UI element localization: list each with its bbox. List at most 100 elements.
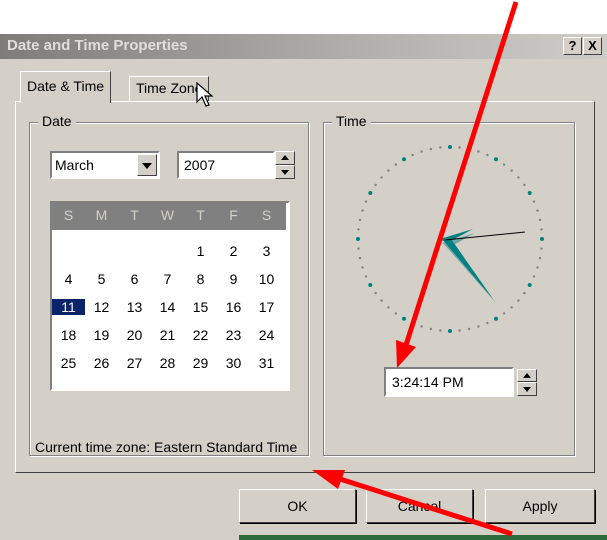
clock-minute-mark — [364, 275, 368, 278]
month-dropdown[interactable]: March — [50, 151, 160, 179]
clock-minute-mark — [532, 275, 536, 278]
clock-minute-mark — [486, 321, 489, 325]
date-group: Date March 2007 S M T W T F S 1 2 3 4 5 … — [29, 113, 309, 456]
time-group-label: Time — [332, 113, 371, 129]
calendar-day[interactable]: 25 — [52, 355, 85, 371]
clock-minute-mark — [358, 256, 362, 260]
calendar-day[interactable]: 15 — [184, 299, 217, 315]
clock-minute-mark — [411, 321, 414, 325]
clock-minute-mark — [532, 200, 536, 203]
clock-minute-mark — [536, 209, 539, 212]
weekday-label: T — [130, 207, 139, 223]
time-down-button[interactable] — [517, 382, 537, 396]
clock-minute-mark — [374, 291, 377, 295]
month-dropdown-button[interactable] — [137, 154, 157, 176]
calendar-day[interactable]: 31 — [250, 355, 283, 371]
weekday-label: T — [196, 207, 205, 223]
year-input[interactable]: 2007 — [177, 151, 275, 179]
calendar-day[interactable]: 27 — [118, 355, 151, 371]
clock-minute-mark — [394, 163, 398, 166]
calendar-day[interactable]: 14 — [151, 299, 184, 315]
calendar-day[interactable]: 24 — [250, 327, 283, 343]
clock-hour-mark — [494, 157, 498, 162]
year-up-button[interactable] — [275, 151, 295, 165]
time-value: 3:24:14 PM — [392, 374, 464, 390]
analog-clock — [356, 145, 544, 333]
calendar-day[interactable]: 6 — [118, 271, 151, 287]
clock-minute-mark — [357, 247, 360, 250]
calendar-day[interactable]: 9 — [217, 271, 250, 287]
clock-minute-mark — [380, 176, 383, 179]
clock-hour-mark — [527, 191, 532, 195]
weekday-label: M — [95, 207, 108, 223]
clock-minute-mark — [477, 150, 480, 153]
clock-minute-mark — [467, 147, 471, 151]
year-spinner[interactable] — [275, 151, 295, 179]
calendar-day[interactable]: 10 — [250, 271, 283, 287]
clock-minute-mark — [374, 183, 377, 187]
clock-minute-mark — [458, 329, 461, 332]
clock-minute-mark — [361, 266, 364, 269]
calendar-day[interactable]: 28 — [151, 355, 184, 371]
calendar-day[interactable]: 4 — [52, 271, 85, 287]
help-button[interactable]: ? — [563, 37, 582, 55]
calendar-day[interactable]: 13 — [118, 299, 151, 315]
time-input[interactable]: 3:24:14 PM — [384, 367, 514, 397]
apply-button[interactable]: Apply — [485, 489, 595, 523]
clock-hour-mark — [527, 283, 532, 287]
calendar-day[interactable]: 20 — [118, 327, 151, 343]
month-value: March — [55, 157, 94, 173]
time-up-button[interactable] — [517, 369, 537, 382]
ok-button[interactable]: OK — [239, 489, 356, 523]
calendar-day[interactable]: 23 — [217, 327, 250, 343]
clock-minute-mark — [358, 218, 362, 222]
time-group: Time 3:24:14 PM — [323, 113, 575, 456]
calendar-day[interactable]: 19 — [85, 327, 118, 343]
calendar-day[interactable]: 21 — [151, 327, 184, 343]
clock-minute-mark — [458, 146, 461, 149]
calendar-day-selected[interactable]: 11 — [52, 299, 85, 315]
clock-minute-mark — [538, 256, 542, 260]
year-down-button[interactable] — [275, 165, 295, 179]
calendar-day[interactable]: 17 — [250, 299, 283, 315]
clock-minute-mark — [364, 200, 368, 203]
calendar-day[interactable]: 1 — [184, 243, 217, 259]
calendar-day[interactable]: 30 — [217, 355, 250, 371]
clock-minute-mark — [387, 169, 390, 172]
calendar-day[interactable]: 12 — [85, 299, 118, 315]
calendar-day[interactable]: 7 — [151, 271, 184, 287]
clock-minute-mark — [357, 228, 360, 231]
tab-date-time[interactable]: Date & Time — [20, 71, 112, 103]
clock-minute-mark — [361, 209, 364, 212]
clock-minute-mark — [538, 218, 542, 222]
clock-minute-mark — [536, 266, 539, 269]
clock-minute-mark — [502, 312, 506, 315]
time-spinner[interactable] — [517, 369, 537, 396]
calendar-day[interactable]: 16 — [217, 299, 250, 315]
cancel-button[interactable]: Cancel — [366, 489, 473, 523]
calendar[interactable]: S M T W T F S 1 2 3 4 5 6 7 8 9 10 11 12 13 14 15 16 17 1… — [50, 201, 290, 391]
weekday-label: S — [63, 207, 74, 223]
calendar-day[interactable]: 5 — [85, 271, 118, 287]
clock-minute-mark — [540, 228, 543, 231]
clock-minute-mark — [486, 153, 489, 157]
calendar-day[interactable]: 29 — [184, 355, 217, 371]
clock-minute-mark — [510, 306, 513, 309]
calendar-day[interactable]: 18 — [52, 327, 85, 343]
dialog-body: Date & Time Time Zone Date March 2007 S … — [0, 59, 607, 540]
clock-minute-mark — [517, 299, 520, 302]
calendar-day[interactable]: 8 — [184, 271, 217, 287]
calendar-day[interactable]: 26 — [85, 355, 118, 371]
arrow-up-icon — [523, 373, 531, 378]
clock-minute-mark — [523, 291, 526, 295]
taskbar-strip — [239, 535, 607, 540]
clock-minute-mark — [420, 150, 423, 153]
calendar-day[interactable]: 22 — [184, 327, 217, 343]
clock-minute-mark — [540, 247, 543, 250]
clock-minute-mark — [411, 153, 414, 157]
calendar-day[interactable]: 2 — [217, 243, 250, 259]
close-button[interactable]: X — [583, 37, 602, 55]
clock-minute-mark — [517, 176, 520, 179]
clock-minute-mark — [439, 146, 442, 149]
calendar-day[interactable]: 3 — [250, 243, 283, 259]
